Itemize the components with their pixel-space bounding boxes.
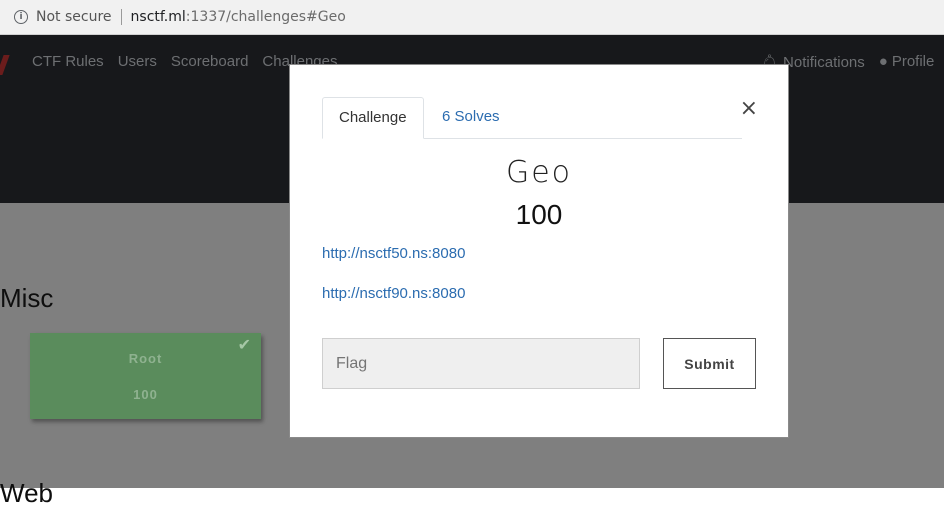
nav-scoreboard[interactable]: Scoreboard bbox=[171, 53, 249, 70]
category-heading-misc: Misc bbox=[0, 283, 54, 313]
category-heading-web: Web bbox=[0, 478, 53, 508]
security-label[interactable]: Not secure bbox=[36, 9, 112, 25]
challenge-modal: Challenge 6 Solves × Geo 100 http://nsct… bbox=[289, 64, 789, 438]
close-button[interactable]: × bbox=[740, 97, 758, 121]
challenge-link-2[interactable]: http://nsctf90.ns:8080 bbox=[322, 285, 465, 302]
challenge-card-name: Root bbox=[128, 351, 163, 366]
nav-users[interactable]: Users bbox=[118, 53, 157, 70]
modal-tabs: Challenge 6 Solves bbox=[322, 97, 742, 139]
submit-button[interactable]: Submit bbox=[663, 338, 756, 389]
brand-logo[interactable] bbox=[0, 55, 10, 75]
tab-solves[interactable]: 6 Solves bbox=[426, 97, 516, 137]
url-path: :1337/challenges#Geo bbox=[185, 9, 346, 25]
url-field[interactable]: nsctf.ml:1337/challenges#Geo bbox=[131, 9, 346, 25]
url-domain: nsctf.ml bbox=[130, 9, 186, 25]
challenge-link-1[interactable]: http://nsctf50.ns:8080 bbox=[322, 245, 465, 262]
browser-address-bar: i Not secure nsctf.ml:1337/challenges#Ge… bbox=[0, 0, 944, 35]
challenge-card-root[interactable]: ✔ Root 100 bbox=[30, 333, 261, 419]
tab-challenge[interactable]: Challenge bbox=[322, 97, 424, 139]
address-separator bbox=[120, 9, 122, 25]
user-circle-icon: ● bbox=[878, 53, 888, 70]
challenge-title: Geo bbox=[505, 155, 573, 190]
notifications-label: Notifications bbox=[783, 54, 865, 71]
flag-input[interactable] bbox=[322, 338, 640, 389]
challenge-value: 100 bbox=[515, 199, 563, 230]
profile-label: Profile bbox=[891, 53, 935, 70]
challenge-card-value: 100 bbox=[133, 387, 158, 402]
nav-profile[interactable]: ● Profile bbox=[879, 53, 935, 71]
info-icon[interactable]: i bbox=[14, 10, 28, 24]
nav-ctf-rules[interactable]: CTF Rules bbox=[32, 53, 104, 70]
